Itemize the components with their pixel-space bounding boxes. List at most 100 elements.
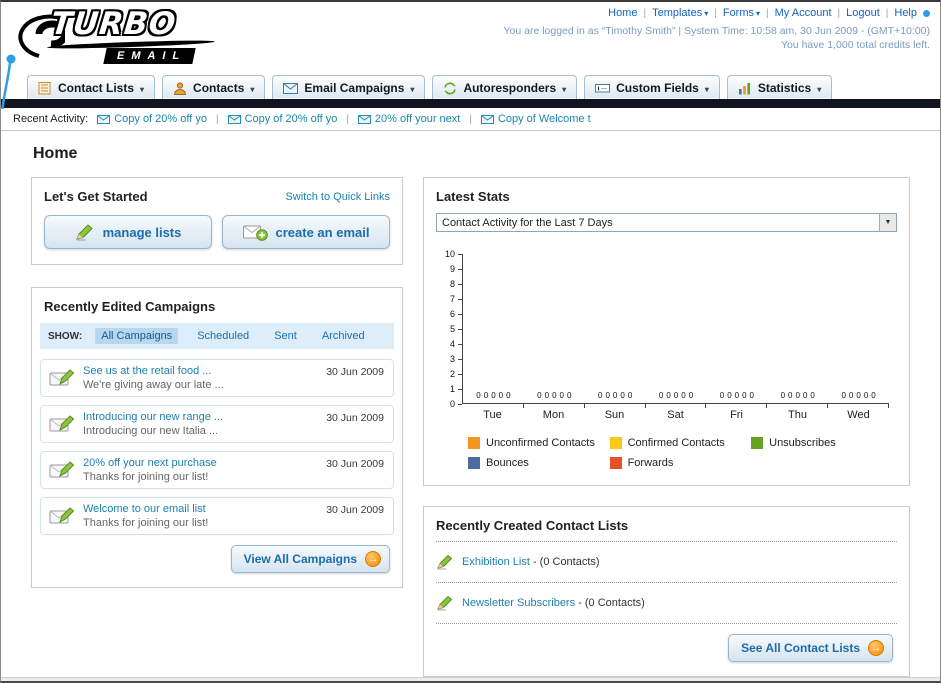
recently-created-contact-lists-panel: Recently Created Contact Lists Exhibitio… bbox=[423, 506, 910, 677]
nav-tab-label: Contact Lists bbox=[58, 81, 135, 95]
nav-tab-email-campaigns[interactable]: Email Campaigns bbox=[272, 75, 426, 99]
campaign-title-link[interactable]: See us at the retail food ... bbox=[83, 365, 224, 377]
recent-activity-item[interactable]: Copy of Welcome t bbox=[480, 113, 591, 125]
bar-value-label: 0 bbox=[537, 391, 542, 400]
chevron-down-icon bbox=[140, 81, 144, 95]
dotted-divider bbox=[436, 623, 897, 624]
bar-value-label: 0 bbox=[498, 391, 504, 400]
bar-column: 0 bbox=[476, 392, 480, 401]
separator bbox=[838, 7, 841, 19]
campaigns-filter-tabs: SHOW: All Campaigns Scheduled Sent Archi… bbox=[40, 323, 394, 349]
bar-value-label: 0 bbox=[749, 391, 754, 400]
tab-archived[interactable]: Archived bbox=[316, 328, 371, 344]
bar-column: 0 bbox=[681, 392, 685, 401]
bar-column: 0 bbox=[506, 392, 510, 401]
top-link-help[interactable]: Help bbox=[894, 7, 917, 19]
campaign-title-link[interactable]: 20% off your next purchase bbox=[83, 457, 217, 469]
chart-x-labels: Tue Mon Sun Sat Fri Thu Wed bbox=[462, 409, 897, 421]
campaigns-title: Recently Edited Campaigns bbox=[44, 299, 216, 314]
separator bbox=[886, 7, 889, 19]
nav-tab-contacts[interactable]: Contacts bbox=[162, 75, 266, 99]
bar-value-label: 0 bbox=[598, 391, 603, 400]
recent-activity-item-label: Copy of 20% off yo bbox=[244, 113, 338, 125]
main-content: Home Let's Get Started Switch to Quick L… bbox=[1, 131, 940, 677]
separator bbox=[643, 7, 646, 19]
create-email-button[interactable]: create an email bbox=[222, 215, 390, 249]
campaign-title-link[interactable]: Introducing our new range ... bbox=[83, 411, 223, 423]
y-axis-tick-label: 6 bbox=[449, 309, 455, 319]
chevron-down-icon bbox=[250, 81, 254, 95]
top-link-logout[interactable]: Logout bbox=[846, 7, 880, 19]
campaign-title-link[interactable]: Welcome to our email list bbox=[83, 503, 208, 515]
legend-swatch bbox=[468, 457, 480, 469]
tab-scheduled[interactable]: Scheduled bbox=[191, 328, 255, 344]
view-all-campaigns-button[interactable]: View All Campaigns bbox=[230, 545, 390, 573]
manage-lists-button[interactable]: manage lists bbox=[44, 215, 212, 249]
top-link-home[interactable]: Home bbox=[608, 7, 637, 19]
recent-activity-item[interactable]: 20% off your next bbox=[357, 113, 460, 125]
x-axis-label: Sat bbox=[667, 409, 684, 421]
bar-value-label: 0 bbox=[841, 391, 846, 400]
bar-value-label: 0 bbox=[848, 391, 854, 400]
arrow-right-icon bbox=[365, 551, 381, 567]
top-link-label: Forms bbox=[722, 7, 755, 19]
tab-all-campaigns[interactable]: All Campaigns bbox=[95, 328, 179, 344]
logo-swoosh-tail-icon bbox=[1, 54, 16, 110]
recent-activity-item-label: Copy of Welcome t bbox=[497, 113, 591, 125]
nav-tab-contact-lists[interactable]: Contact Lists bbox=[27, 75, 156, 99]
app-logo[interactable]: TURBO EMAIL bbox=[7, 4, 257, 66]
bar-group: 00000 bbox=[646, 254, 707, 408]
email-plus-icon bbox=[242, 225, 268, 241]
bar-value-label: 0 bbox=[727, 391, 732, 400]
y-axis-tick bbox=[458, 269, 462, 270]
bar-column: 0 bbox=[864, 392, 868, 401]
bar-value-label: 0 bbox=[673, 391, 679, 400]
bar-column: 0 bbox=[841, 392, 845, 401]
y-axis-tick-label: 2 bbox=[449, 369, 455, 379]
pencil-icon bbox=[75, 224, 93, 241]
footer-strip bbox=[1, 677, 940, 681]
contact-list-link[interactable]: Newsletter Subscribers bbox=[462, 597, 575, 609]
dotted-divider bbox=[436, 541, 897, 542]
bar-column: 0 bbox=[560, 392, 564, 401]
recent-activity-item[interactable]: Copy of 20% off yo bbox=[97, 113, 207, 125]
separator bbox=[714, 7, 717, 19]
bar-column: 0 bbox=[750, 392, 754, 401]
stats-filter-dropdown[interactable]: Contact Activity for the Last 7 Days bbox=[436, 213, 897, 232]
see-all-contact-lists-button[interactable]: See All Contact Lists bbox=[728, 634, 893, 662]
top-link-my-account[interactable]: My Account bbox=[775, 7, 832, 19]
nav-tab-label: Email Campaigns bbox=[304, 81, 405, 95]
chevron-down-icon bbox=[756, 7, 760, 19]
left-column: Let's Get Started Switch to Quick Links … bbox=[31, 177, 403, 588]
legend-label: Confirmed Contacts bbox=[627, 437, 725, 449]
view-all-campaigns-label: View All Campaigns bbox=[243, 552, 357, 566]
nav-tab-label: Contacts bbox=[193, 81, 245, 95]
chevron-down-icon bbox=[562, 81, 566, 95]
top-link-forms[interactable]: Forms bbox=[723, 7, 760, 19]
y-axis-tick bbox=[458, 254, 462, 255]
switch-to-quick-links-link[interactable]: Switch to Quick Links bbox=[285, 191, 390, 203]
separator bbox=[469, 113, 472, 125]
nav-tab-custom-fields[interactable]: Custom Fields bbox=[584, 75, 720, 99]
bar-column: 0 bbox=[613, 392, 617, 401]
y-axis-tick bbox=[458, 389, 462, 390]
contact-list-link[interactable]: Exhibition List bbox=[462, 556, 530, 568]
bar-column: 0 bbox=[849, 392, 853, 401]
bar-value-label: 0 bbox=[802, 391, 808, 400]
contact-list-count: - (0 Contacts) bbox=[532, 556, 600, 568]
recent-activity-label: Recent Activity: bbox=[13, 113, 89, 125]
pencil-icon bbox=[437, 595, 453, 611]
top-link-templates[interactable]: Templates bbox=[652, 7, 708, 19]
nav-tab-autoresponders[interactable]: Autoresponders bbox=[432, 75, 578, 99]
recent-activity-item[interactable]: Copy of 20% off yo bbox=[227, 113, 338, 125]
get-started-panel: Let's Get Started Switch to Quick Links … bbox=[31, 177, 403, 265]
create-email-label: create an email bbox=[275, 224, 370, 240]
chevron-down-icon bbox=[705, 81, 709, 95]
bar-column: 0 bbox=[545, 392, 549, 401]
statistics-icon bbox=[738, 82, 750, 94]
bar-group: 00000 bbox=[706, 254, 768, 408]
nav-tab-statistics[interactable]: Statistics bbox=[726, 75, 833, 99]
nav-tab-label: Statistics bbox=[757, 81, 812, 95]
contact-activity-chart: 10 9 8 7 6 5 4 3 2 1 0 000000000000000000000000000… bbox=[436, 250, 897, 409]
tab-sent[interactable]: Sent bbox=[268, 328, 303, 344]
